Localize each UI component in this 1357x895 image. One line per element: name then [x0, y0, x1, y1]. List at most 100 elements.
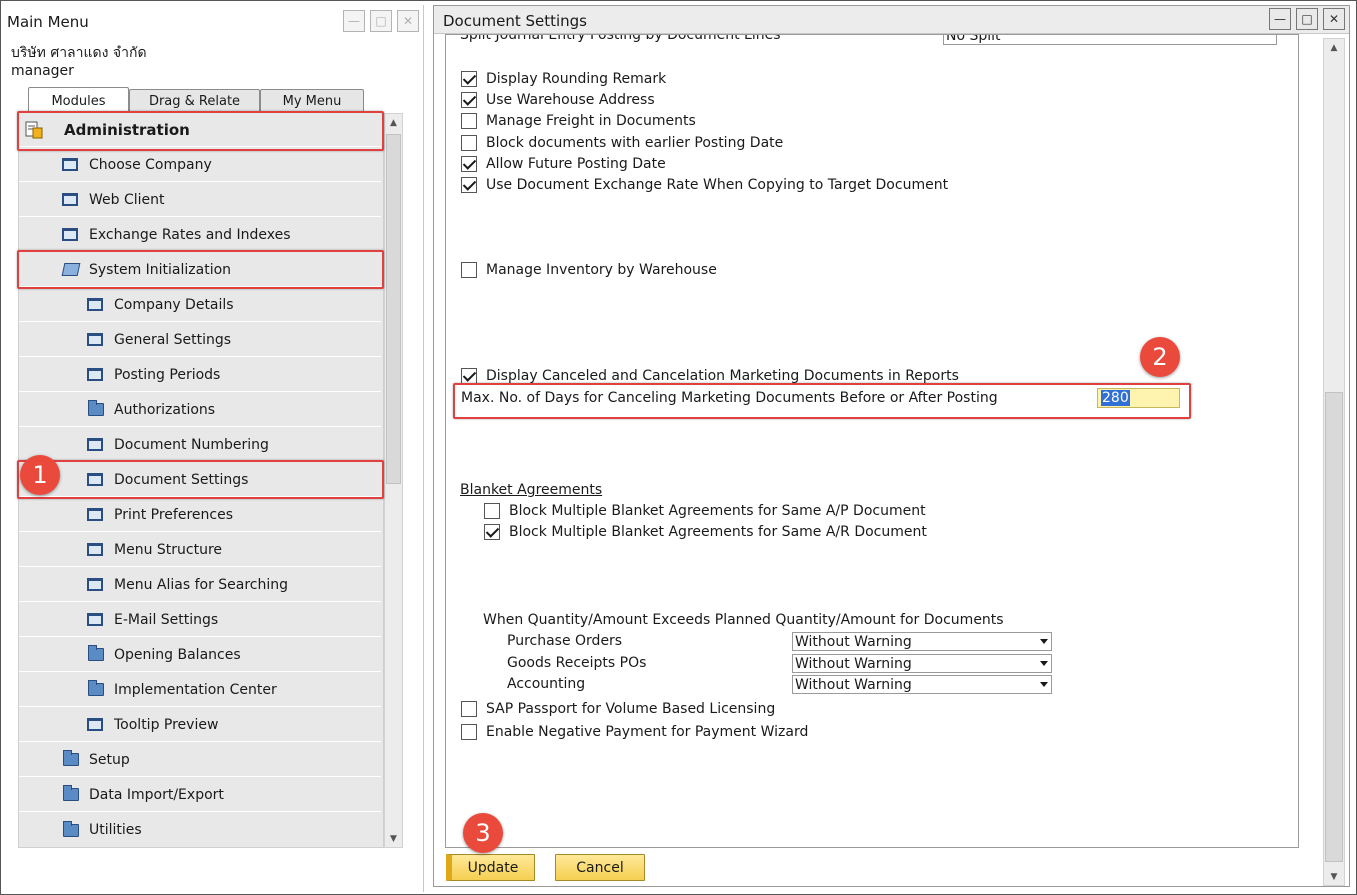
use-doc-exchange-rate-row[interactable]: Use Document Exchange Rate When Copying … — [461, 177, 948, 193]
scroll-down-icon[interactable]: ▼ — [385, 830, 402, 847]
tree-item-company-details[interactable]: Company Details — [19, 288, 381, 322]
window-icon — [62, 228, 78, 241]
tree-item-opening-balances[interactable]: Opening Balances — [19, 638, 381, 672]
tree-label-opening-balances: Opening Balances — [114, 646, 241, 663]
settings-scroll-thumb[interactable] — [1325, 392, 1343, 862]
allow-future-posting-label: Allow Future Posting Date — [486, 156, 666, 172]
block-earlier-posting-checkbox[interactable] — [461, 135, 477, 151]
sap-passport-row[interactable]: SAP Passport for Volume Based Licensing — [461, 701, 775, 717]
scroll-down-icon[interactable]: ▼ — [1324, 868, 1344, 885]
scroll-up-icon[interactable]: ▲ — [385, 114, 402, 131]
manage-inventory-checkbox[interactable] — [461, 262, 477, 278]
max-days-input[interactable]: 280 — [1097, 388, 1180, 408]
purchase-orders-label: Purchase Orders — [507, 633, 623, 649]
window-icon — [87, 298, 103, 311]
tree-item-authorizations[interactable]: Authorizations — [19, 393, 381, 427]
allow-future-posting-checkbox[interactable] — [461, 156, 477, 172]
window-icon — [87, 613, 103, 626]
chevron-down-icon — [1040, 639, 1048, 644]
max-days-value: 280 — [1101, 390, 1130, 406]
tree-item-menu-structure[interactable]: Menu Structure — [19, 533, 381, 567]
maximize-icon[interactable]: □ — [370, 10, 392, 32]
tree-scroll-thumb[interactable] — [386, 134, 401, 484]
display-canceled-row[interactable]: Display Canceled and Cancelation Marketi… — [461, 368, 959, 384]
tree-label-system-initialization: System Initialization — [89, 261, 232, 278]
display-canceled-checkbox[interactable] — [461, 368, 477, 384]
negative-payment-checkbox[interactable] — [461, 724, 477, 740]
tab-modules[interactable]: Modules — [28, 87, 129, 114]
tree-label-print-preferences: Print Preferences — [114, 506, 233, 523]
folder-icon — [88, 400, 104, 416]
tree-item-administration[interactable]: Administration — [19, 113, 381, 147]
tree-item-exchange-rates[interactable]: Exchange Rates and Indexes — [19, 218, 381, 252]
tree-label-data-import-export: Data Import/Export — [89, 786, 224, 803]
tree-item-data-import-export[interactable]: Data Import/Export — [19, 778, 381, 812]
tree-item-utilities[interactable]: Utilities — [19, 813, 381, 847]
minimize-icon[interactable]: — — [343, 10, 365, 32]
tree-label-choose-company: Choose Company — [89, 156, 212, 173]
split-journal-dropdown[interactable]: No Split — [943, 35, 1277, 45]
minimize-icon[interactable]: — — [1269, 8, 1291, 30]
tree-item-posting-periods[interactable]: Posting Periods — [19, 358, 381, 392]
use-doc-exchange-rate-checkbox[interactable] — [461, 177, 477, 193]
tree-scrollbar[interactable]: ▲ ▼ — [384, 113, 403, 848]
block-blanket-ar-checkbox[interactable] — [484, 524, 500, 540]
tree-item-system-initialization[interactable]: System Initialization — [19, 253, 381, 287]
tree-item-web-client[interactable]: Web Client — [19, 183, 381, 217]
use-warehouse-address-row[interactable]: Use Warehouse Address — [461, 92, 655, 108]
manage-freight-row[interactable]: Manage Freight in Documents — [461, 113, 696, 129]
negative-payment-row[interactable]: Enable Negative Payment for Payment Wiza… — [461, 724, 808, 740]
tree-item-document-numbering[interactable]: Document Numbering — [19, 428, 381, 462]
cancel-button[interactable]: Cancel — [555, 854, 645, 881]
tree-item-print-preferences[interactable]: Print Preferences — [19, 498, 381, 532]
block-blanket-ar-row[interactable]: Block Multiple Blanket Agreements for Sa… — [484, 524, 927, 540]
block-blanket-ap-checkbox[interactable] — [484, 503, 500, 519]
close-icon[interactable]: ✕ — [397, 10, 419, 32]
tree-label-utilities: Utilities — [89, 822, 142, 838]
tree-label-administration: Administration — [64, 120, 190, 139]
manage-inventory-row[interactable]: Manage Inventory by Warehouse — [461, 262, 717, 278]
manage-freight-checkbox[interactable] — [461, 113, 477, 129]
tree-item-document-settings[interactable]: Document Settings — [19, 463, 381, 497]
company-name: บริษัท ศาลาแดง จำกัด — [11, 45, 147, 61]
maximize-icon[interactable]: □ — [1296, 8, 1318, 30]
accounting-dropdown[interactable]: Without Warning — [792, 675, 1052, 694]
display-rounding-remark-checkbox[interactable] — [461, 71, 477, 87]
window-icon — [87, 368, 103, 381]
scroll-up-icon[interactable]: ▲ — [1324, 39, 1344, 56]
tree-label-document-numbering: Document Numbering — [114, 436, 269, 453]
block-earlier-posting-label: Block documents with earlier Posting Dat… — [486, 135, 784, 151]
display-rounding-remark-label: Display Rounding Remark — [486, 71, 667, 87]
allow-future-posting-row[interactable]: Allow Future Posting Date — [461, 156, 666, 172]
tree-item-choose-company[interactable]: Choose Company — [19, 148, 381, 182]
window-icon — [62, 193, 78, 206]
step-badge-1: 1 — [20, 455, 60, 495]
tree-item-general-settings[interactable]: General Settings — [19, 323, 381, 357]
window-icon — [87, 508, 103, 521]
window-icon — [87, 438, 103, 451]
tab-my-menu[interactable]: My Menu — [260, 89, 364, 113]
tree-item-implementation-center[interactable]: Implementation Center — [19, 673, 381, 707]
use-warehouse-address-checkbox[interactable] — [461, 92, 477, 108]
close-icon[interactable]: ✕ — [1323, 8, 1345, 30]
update-button[interactable]: Update — [446, 854, 535, 881]
use-warehouse-address-label: Use Warehouse Address — [486, 92, 655, 108]
step-badge-3: 3 — [463, 813, 503, 853]
goods-receipts-dropdown[interactable]: Without Warning — [792, 654, 1052, 673]
block-earlier-posting-row[interactable]: Block documents with earlier Posting Dat… — [461, 135, 783, 151]
tree-item-menu-alias[interactable]: Menu Alias for Searching — [19, 568, 381, 602]
tree-label-document-settings: Document Settings — [114, 471, 249, 488]
max-days-label: Max. No. of Days for Canceling Marketing… — [461, 390, 998, 406]
goods-receipts-label: Goods Receipts POs — [507, 655, 647, 671]
purchase-orders-dropdown[interactable]: Without Warning — [792, 632, 1052, 651]
tree-item-email-settings[interactable]: E-Mail Settings — [19, 603, 381, 637]
display-rounding-remark-row[interactable]: Display Rounding Remark — [461, 71, 666, 87]
main-menu-title: Main Menu — [7, 13, 89, 31]
window-icon — [62, 158, 78, 171]
tree-item-setup[interactable]: Setup — [19, 743, 381, 777]
tree-item-tooltip-preview[interactable]: Tooltip Preview — [19, 708, 381, 742]
sap-passport-checkbox[interactable] — [461, 701, 477, 717]
settings-scrollbar[interactable]: ▲ ▼ — [1323, 38, 1345, 886]
tab-drag-relate[interactable]: Drag & Relate — [129, 89, 260, 113]
block-blanket-ap-row[interactable]: Block Multiple Blanket Agreements for Sa… — [484, 503, 926, 519]
